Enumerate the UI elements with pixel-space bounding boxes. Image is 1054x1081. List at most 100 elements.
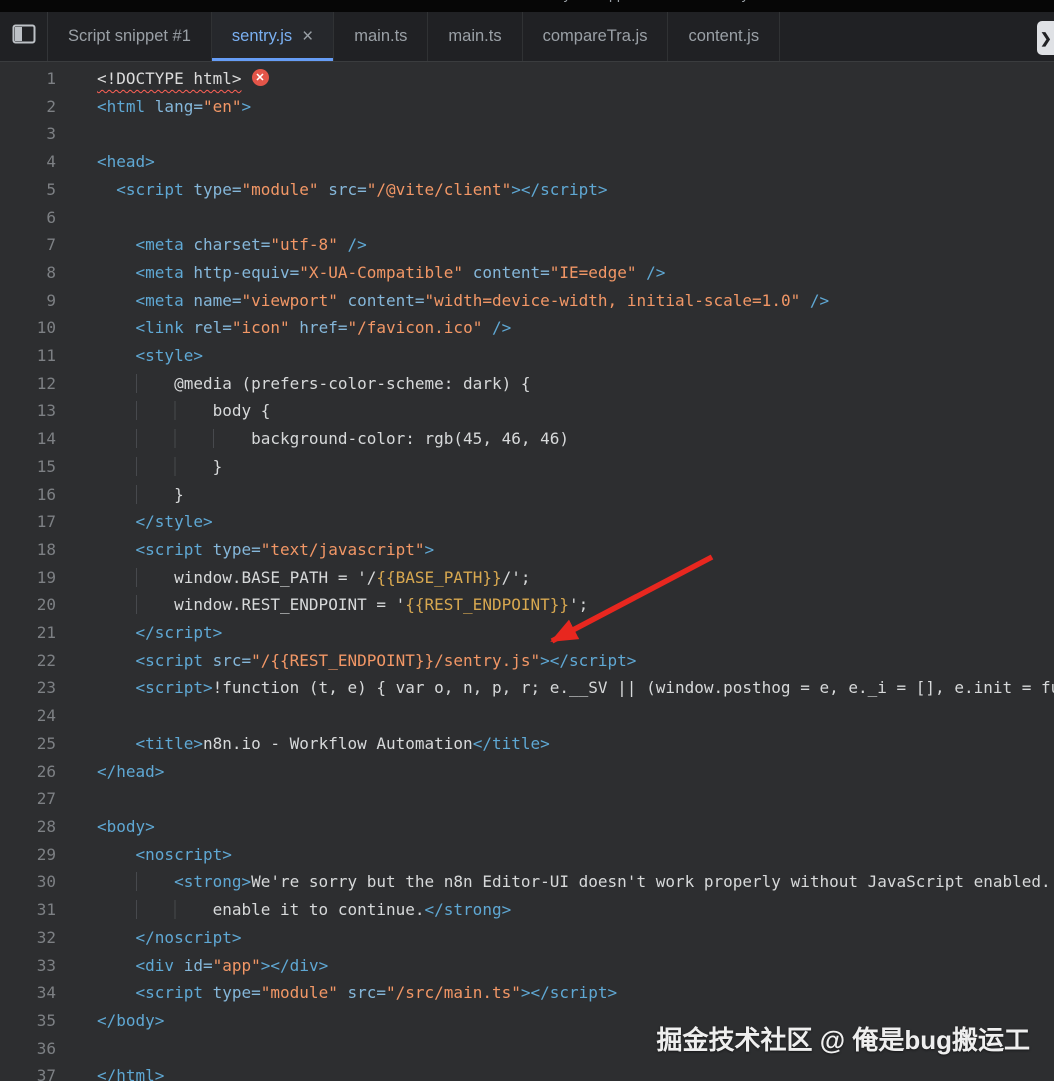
clipped-panel-tabs-text: Elements Console Sources Network Perform… [78,0,749,2]
watermark-text: 掘金技术社区 @ 俺是bug搬运工 [657,1020,1030,1057]
line-number[interactable]: 25 [0,730,64,758]
tab-label: compareTra.js [543,27,648,46]
line-number[interactable]: 20 [0,591,64,619]
code-text: enable it to continue.</strong> [64,896,511,924]
line-number[interactable]: 32 [0,924,64,952]
file-tab-main-ts[interactable]: main.ts [428,12,522,61]
line-number[interactable]: 9 [0,287,64,315]
navigator-toggle-button[interactable] [0,12,48,61]
line-number[interactable]: 13 [0,397,64,425]
code-line-8: 8 <meta http-equiv="X-UA-Compatible" con… [0,259,1054,287]
code-text: </html> [64,1062,164,1081]
code-text: <title>n8n.io - Workflow Automation</tit… [64,730,550,758]
code-text: <meta name="viewport" content="width=dev… [64,287,829,315]
code-line-25: 25 <title>n8n.io - Workflow Automation</… [0,730,1054,758]
tab-close-icon[interactable]: × [302,27,313,46]
code-line-17: 17 </style> [0,508,1054,536]
code-text: <script>!function (t, e) { var o, n, p, … [64,674,1054,702]
code-text: <meta charset="utf-8" /> [64,231,367,259]
code-text: @media (prefers-color-scheme: dark) { [64,370,530,398]
line-number[interactable]: 27 [0,785,64,813]
code-line-10: 10 <link rel="icon" href="/favicon.ico" … [0,314,1054,342]
code-line-27: 27 [0,785,1054,813]
code-line-5: 5 <script type="module" src="/@vite/clie… [0,176,1054,204]
line-number[interactable]: 30 [0,868,64,896]
code-text: <strong>We're sorry but the n8n Editor-U… [64,868,1054,896]
line-number[interactable]: 2 [0,93,64,121]
file-tab-script-snippet-1[interactable]: Script snippet #1 [48,12,212,61]
code-line-12: 12 @media (prefers-color-scheme: dark) { [0,370,1054,398]
code-line-22: 22 <script src="/{{REST_ENDPOINT}}/sentr… [0,647,1054,675]
code-text: window.BASE_PATH = '/{{BASE_PATH}}/'; [64,564,531,592]
line-number[interactable]: 21 [0,619,64,647]
code-text [64,702,97,730]
code-line-14: 14 background-color: rgb(45, 46, 46) [0,425,1054,453]
line-number[interactable]: 10 [0,314,64,342]
code-line-33: 33 <div id="app"></div> [0,952,1054,980]
chevron-right-icon: ❯ [1040,30,1052,47]
code-text: body { [64,397,270,425]
line-number[interactable]: 1 [0,65,64,93]
code-line-11: 11 <style> [0,342,1054,370]
line-number[interactable]: 8 [0,259,64,287]
code-line-3: 3 [0,120,1054,148]
code-lines: 1<!DOCTYPE html>✕2<html lang="en">34<hea… [0,65,1054,1081]
more-tabs-button[interactable]: ❯ [1037,21,1054,55]
tab-label: main.ts [448,27,501,46]
tab-label: content.js [688,27,759,46]
line-number[interactable]: 23 [0,674,64,702]
line-number[interactable]: 12 [0,370,64,398]
error-icon[interactable]: ✕ [252,69,269,86]
line-number[interactable]: 18 [0,536,64,564]
code-line-31: 31 enable it to continue.</strong> [0,896,1054,924]
line-number[interactable]: 33 [0,952,64,980]
code-line-29: 29 <noscript> [0,841,1054,869]
line-number[interactable]: 34 [0,979,64,1007]
code-text [64,1035,97,1063]
line-number[interactable]: 22 [0,647,64,675]
line-number[interactable]: 6 [0,204,64,232]
code-text: </noscript> [64,924,242,952]
code-text [64,120,97,148]
line-number[interactable]: 37 [0,1062,64,1081]
code-text: <script type="text/javascript"> [64,536,434,564]
line-number[interactable]: 36 [0,1035,64,1063]
code-text: <noscript> [64,841,232,869]
line-number[interactable]: 31 [0,896,64,924]
code-text: <link rel="icon" href="/favicon.ico" /> [64,314,511,342]
code-line-16: 16 } [0,481,1054,509]
line-number[interactable]: 16 [0,481,64,509]
code-line-4: 4<head> [0,148,1054,176]
file-tab-comparetra-js[interactable]: compareTra.js [523,12,669,61]
line-number[interactable]: 14 [0,425,64,453]
file-tab-sentry-js[interactable]: sentry.js× [212,12,334,61]
code-line-6: 6 [0,204,1054,232]
file-tab-main-ts[interactable]: main.ts [334,12,428,61]
line-number[interactable]: 24 [0,702,64,730]
line-number[interactable]: 35 [0,1007,64,1035]
line-number[interactable]: 5 [0,176,64,204]
code-line-19: 19 window.BASE_PATH = '/{{BASE_PATH}}/'; [0,564,1054,592]
code-text: </style> [64,508,213,536]
file-tabs: Script snippet #1sentry.js×main.tsmain.t… [48,12,780,61]
line-number[interactable]: 19 [0,564,64,592]
devtools-sources-panel: Elements Console Sources Network Perform… [0,0,1054,1081]
code-text: <html lang="en"> [64,93,251,121]
line-number[interactable]: 7 [0,231,64,259]
line-number[interactable]: 26 [0,758,64,786]
line-number[interactable]: 29 [0,841,64,869]
code-line-9: 9 <meta name="viewport" content="width=d… [0,287,1054,315]
code-line-28: 28<body> [0,813,1054,841]
line-number[interactable]: 28 [0,813,64,841]
file-tab-content-js[interactable]: content.js [668,12,780,61]
code-text: <script type="module" src="/src/main.ts"… [64,979,617,1007]
code-line-1: 1<!DOCTYPE html>✕ [0,65,1054,93]
code-editor[interactable]: 1<!DOCTYPE html>✕2<html lang="en">34<hea… [0,62,1054,1081]
line-number[interactable]: 17 [0,508,64,536]
code-text: <head> [64,148,155,176]
line-number[interactable]: 3 [0,120,64,148]
code-line-7: 7 <meta charset="utf-8" /> [0,231,1054,259]
line-number[interactable]: 11 [0,342,64,370]
line-number[interactable]: 4 [0,148,64,176]
line-number[interactable]: 15 [0,453,64,481]
